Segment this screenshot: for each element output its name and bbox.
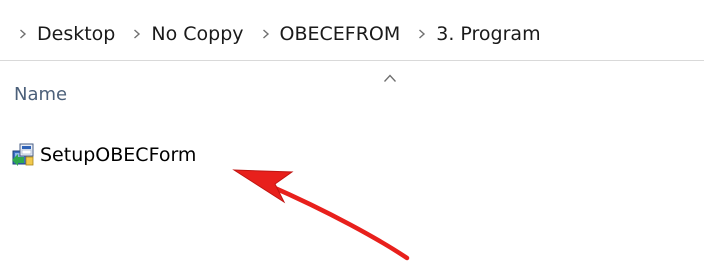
file-list-item[interactable]: SetupOBECForm	[10, 138, 204, 172]
breadcrumb: Desktop No Coppy OBECEFROM 3. Program	[12, 20, 552, 48]
breadcrumb-item-program[interactable]: 3. Program	[436, 23, 546, 45]
chevron-right-icon[interactable]	[126, 20, 148, 48]
address-bar[interactable]: Desktop No Coppy OBECEFROM 3. Program	[0, 0, 704, 61]
column-header-name[interactable]: Name	[14, 84, 67, 105]
breadcrumb-item-desktop[interactable]: Desktop	[37, 23, 121, 45]
chevron-right-icon[interactable]	[255, 20, 277, 48]
explorer-window: Desktop No Coppy OBECEFROM 3. Program Na…	[0, 0, 704, 262]
breadcrumb-item-no-coppy[interactable]: No Coppy	[151, 23, 249, 45]
chevron-right-icon[interactable]	[12, 20, 34, 48]
file-name: SetupOBECForm	[40, 144, 197, 166]
breadcrumb-item-obecefrom[interactable]: OBECEFROM	[280, 23, 407, 45]
installer-icon	[10, 142, 36, 168]
sort-ascending-icon	[383, 68, 397, 82]
chevron-right-icon[interactable]	[411, 20, 433, 48]
column-header-row: Name	[0, 62, 704, 114]
